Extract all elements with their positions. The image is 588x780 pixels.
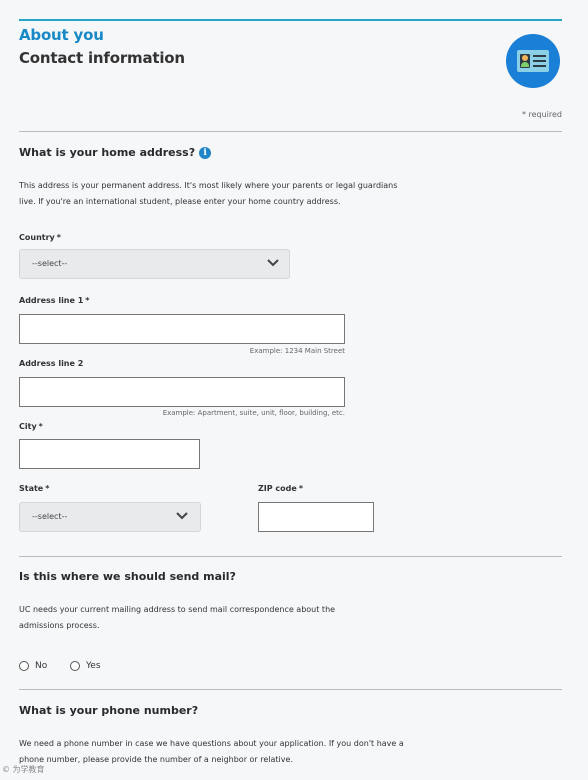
- section-title: About you: [19, 26, 104, 44]
- city-label: City *: [19, 422, 43, 431]
- mailing-option-yes[interactable]: Yes: [70, 661, 101, 671]
- divider: [19, 556, 562, 557]
- divider: [19, 131, 562, 132]
- address-line-1-label: Address line 1 *: [19, 296, 90, 305]
- mailing-option-no[interactable]: No: [19, 661, 47, 671]
- address-line-1-hint: Example: 1234 Main Street: [249, 347, 345, 355]
- mailing-description: UC needs your current mailing address to…: [19, 605, 336, 630]
- home-address-description: This address is your permanent address. …: [19, 181, 398, 206]
- mailing-question: Is this where we should send mail?: [19, 570, 236, 583]
- radio-icon[interactable]: [19, 661, 29, 671]
- address-line-2-label: Address line 2: [19, 359, 84, 368]
- info-icon[interactable]: i: [199, 147, 212, 159]
- phone-question: What is your phone number?: [19, 704, 199, 717]
- city-input[interactable]: [19, 439, 200, 469]
- country-select[interactable]: --select--: [19, 249, 290, 279]
- required-note: * required: [521, 110, 562, 119]
- state-select[interactable]: --select--: [19, 502, 201, 532]
- chevron-down-icon: [267, 259, 279, 267]
- address-line-2-input[interactable]: [19, 377, 345, 407]
- watermark: © 为学教育: [2, 765, 45, 774]
- address-line-1-input[interactable]: [19, 314, 345, 344]
- id-card-icon: [506, 34, 560, 88]
- state-label: State *: [19, 484, 50, 493]
- chevron-down-icon: [176, 512, 188, 520]
- country-label: Country *: [19, 233, 61, 242]
- home-address-question: What is your home address? i: [19, 146, 212, 159]
- radio-icon[interactable]: [70, 661, 80, 671]
- phone-description: We need a phone number in case we have q…: [19, 739, 404, 764]
- address-line-2-hint: Example: Apartment, suite, unit, floor, …: [162, 409, 345, 417]
- zip-code-label: ZIP code *: [258, 484, 304, 493]
- zip-code-input[interactable]: [258, 502, 374, 532]
- header-top-rule: [19, 19, 562, 21]
- page-title: Contact information: [19, 49, 185, 67]
- divider: [19, 689, 562, 690]
